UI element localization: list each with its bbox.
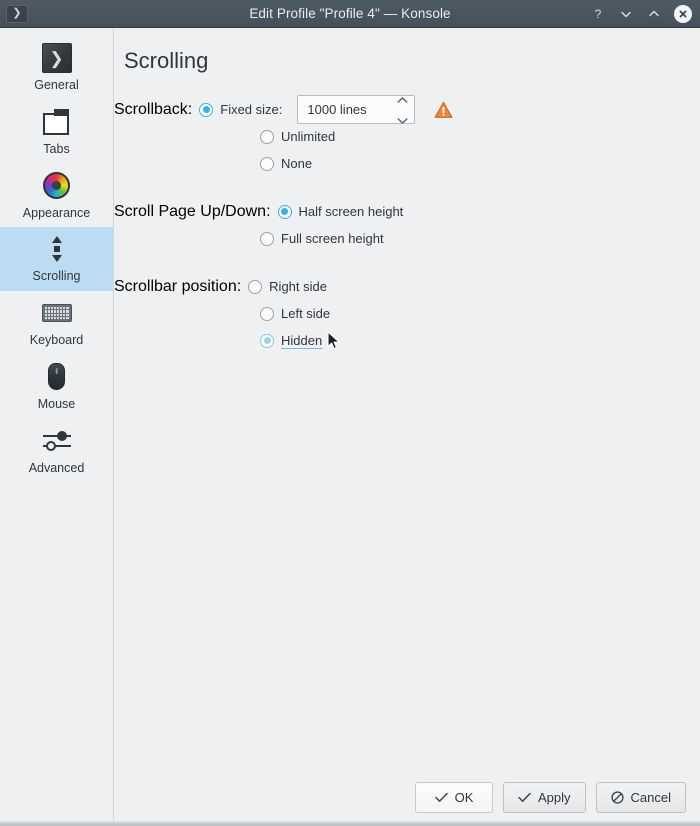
scrollback-lines-spinbox[interactable]: 1000 lines bbox=[297, 95, 416, 124]
scrollback-label: Scrollback: bbox=[114, 100, 193, 118]
check-icon bbox=[434, 792, 448, 803]
sidebar-item-label: Keyboard bbox=[29, 333, 84, 347]
color-wheel-icon bbox=[41, 170, 73, 202]
sidebar-item-label: Appearance bbox=[22, 205, 91, 220]
mouse-icon bbox=[41, 361, 73, 393]
radio-label: Left side bbox=[281, 306, 331, 321]
radio-scroll-page-half[interactable] bbox=[277, 204, 292, 219]
dialog-button-bar: OK Apply Cancel bbox=[114, 780, 700, 826]
radio-label: Half screen height bbox=[298, 204, 404, 219]
radio-scrollbar-hidden[interactable] bbox=[260, 333, 274, 348]
scrollback-none-row[interactable]: None bbox=[114, 150, 700, 177]
title-bar[interactable]: ❯ Edit Profile "Profile 4" — Konsole ? bbox=[0, 0, 700, 28]
scrollbar-position-group: Scrollbar position: Right side Left side… bbox=[114, 273, 700, 354]
chevron-up-icon[interactable] bbox=[397, 90, 408, 108]
sidebar-item-label: Mouse bbox=[37, 396, 76, 411]
radio-label: Full screen height bbox=[281, 231, 384, 246]
radio-scroll-page-full[interactable] bbox=[260, 231, 274, 246]
sidebar-item-advanced[interactable]: Advanced bbox=[0, 419, 113, 483]
sidebar-item-general[interactable]: ❯ General bbox=[0, 36, 113, 100]
konsole-icon: ❯ bbox=[6, 4, 28, 23]
radio-label: Right side bbox=[269, 279, 327, 294]
sidebar-item-label: Advanced bbox=[28, 460, 85, 475]
edit-profile-dialog: ❯ Edit Profile "Profile 4" — Konsole ? ❯ bbox=[0, 0, 700, 826]
scroll-page-full-row[interactable]: Full screen height bbox=[114, 225, 700, 252]
window-bottom-edge bbox=[0, 822, 700, 826]
scrollbar-position-label: Scrollbar position: bbox=[114, 277, 242, 295]
close-icon[interactable] bbox=[674, 4, 692, 23]
help-icon[interactable]: ? bbox=[590, 6, 606, 22]
apply-button[interactable]: Apply bbox=[503, 781, 586, 813]
warning-triangle-icon bbox=[434, 101, 453, 119]
chevron-down-icon[interactable] bbox=[397, 111, 408, 129]
scrollback-group: Scrollback: Fixed size: 1000 lines Unlim… bbox=[114, 95, 700, 177]
sidebar-item-appearance[interactable]: Appearance bbox=[0, 164, 113, 228]
cancel-button[interactable]: Cancel bbox=[595, 781, 686, 813]
scrollbar-left-row[interactable]: Left side bbox=[114, 300, 700, 327]
radio-label: None bbox=[281, 156, 313, 171]
spinbox-arrows[interactable] bbox=[397, 90, 408, 129]
button-label: OK bbox=[454, 789, 474, 805]
sidebar-item-scrolling[interactable]: Scrolling bbox=[0, 227, 113, 291]
radio-scrollback-fixed-size[interactable] bbox=[199, 102, 214, 117]
ok-button[interactable]: OK bbox=[415, 781, 493, 813]
spinbox-value[interactable]: 1000 lines bbox=[307, 102, 397, 117]
sidebar: ❯ General Tabs Appearance Scrolling Keyb… bbox=[0, 28, 114, 826]
sliders-icon bbox=[41, 425, 73, 457]
scrollback-fixed-size-row[interactable]: Scrollback: Fixed size: 1000 lines bbox=[114, 95, 700, 124]
radio-scrollbar-left-side[interactable] bbox=[260, 306, 274, 321]
scrollbar-right-row[interactable]: Scrollbar position: Right side bbox=[114, 273, 700, 300]
scroll-page-half-row[interactable]: Scroll Page Up/Down: Half screen height bbox=[114, 198, 700, 225]
radio-scrollbar-right-side[interactable] bbox=[248, 279, 263, 294]
scrollbar-icon bbox=[41, 233, 73, 265]
radio-label: Unlimited bbox=[281, 129, 336, 144]
button-label: Apply bbox=[538, 789, 571, 805]
sidebar-item-label: Tabs bbox=[43, 141, 70, 156]
check-icon bbox=[518, 792, 531, 803]
cancel-icon bbox=[610, 790, 624, 804]
sidebar-item-mouse[interactable]: Mouse bbox=[0, 355, 113, 419]
radio-scrollback-unlimited[interactable] bbox=[260, 129, 274, 144]
keyboard-icon bbox=[41, 297, 73, 329]
scrollbar-hidden-row[interactable]: Hidden bbox=[114, 327, 700, 354]
page-title: Scrolling bbox=[124, 48, 209, 73]
tabs-icon bbox=[41, 106, 73, 138]
radio-label: Hidden bbox=[281, 333, 323, 348]
maximize-icon[interactable] bbox=[646, 6, 662, 22]
scroll-page-label: Scroll Page Up/Down: bbox=[114, 202, 271, 220]
sidebar-item-keyboard[interactable]: Keyboard bbox=[0, 291, 113, 355]
minimize-icon[interactable] bbox=[618, 6, 634, 22]
scrolling-settings-form: Scrollback: Fixed size: 1000 lines Unlim… bbox=[114, 74, 700, 354]
sidebar-item-label: General bbox=[34, 78, 79, 92]
button-label: Cancel bbox=[630, 789, 671, 805]
mouse-cursor bbox=[327, 330, 342, 351]
konsole-icon: ❯ bbox=[41, 42, 73, 74]
radio-scrollback-none[interactable] bbox=[260, 156, 274, 171]
sidebar-item-tabs[interactable]: Tabs bbox=[0, 100, 113, 164]
window-controls: ? bbox=[590, 4, 692, 23]
svg-text:?: ? bbox=[595, 7, 602, 21]
main-pane: Scrolling Scrollback: Fixed size: 1000 l… bbox=[114, 28, 700, 826]
scroll-page-group: Scroll Page Up/Down: Half screen height … bbox=[114, 198, 700, 252]
radio-label: Fixed size: bbox=[220, 102, 283, 117]
sidebar-item-label: Scrolling bbox=[32, 269, 81, 284]
